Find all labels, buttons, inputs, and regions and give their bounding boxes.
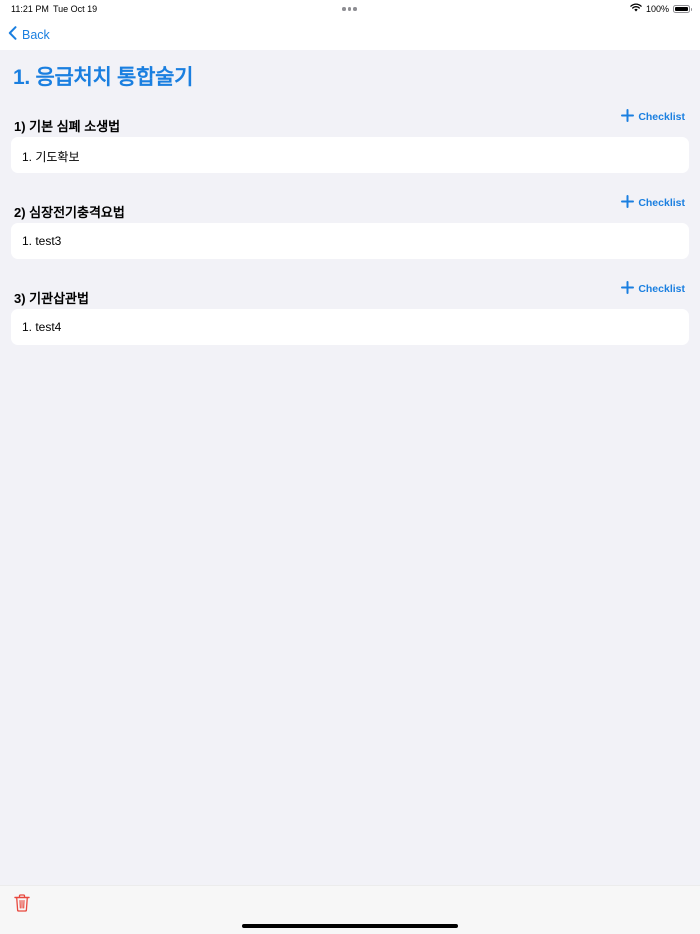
- section-title: 2) 심장전기충격요법: [14, 205, 125, 220]
- back-button[interactable]: Back: [8, 26, 50, 43]
- add-checklist-button[interactable]: Checklist: [621, 195, 685, 211]
- checklist-card: 1. test4: [11, 309, 689, 345]
- list-item[interactable]: 1. test3: [22, 234, 61, 248]
- add-checklist-label: Checklist: [638, 283, 685, 295]
- wifi-icon: [630, 3, 642, 14]
- battery-percent: 100%: [645, 3, 669, 14]
- add-checklist-label: Checklist: [638, 111, 685, 123]
- battery-icon: [673, 4, 692, 13]
- plus-icon: [621, 109, 635, 125]
- multitasking-dots-icon[interactable]: [342, 7, 357, 11]
- app-screen: 11:21 PM Tue Oct 19 100% Back 1. 응급처치 통합…: [0, 0, 700, 934]
- status-bar: 11:21 PM Tue Oct 19 100%: [0, 0, 700, 18]
- list-item[interactable]: 1. test4: [22, 320, 61, 334]
- list-item[interactable]: 1. 기도확보: [22, 148, 80, 165]
- section-title: 3) 기관삽관법: [14, 291, 89, 306]
- add-checklist-button[interactable]: Checklist: [621, 109, 685, 125]
- battery-fill: [675, 6, 688, 11]
- chevron-left-icon: [8, 26, 17, 43]
- checklist-card: 1. 기도확보: [11, 137, 689, 173]
- add-checklist-button[interactable]: Checklist: [621, 281, 685, 297]
- navigation-bar: Back: [0, 18, 700, 50]
- home-indicator[interactable]: [242, 924, 458, 928]
- checklist-card: 1. test3: [11, 223, 689, 259]
- status-time: 11:21 PM: [11, 4, 49, 14]
- back-label: Back: [22, 27, 50, 42]
- delete-button[interactable]: [14, 894, 30, 917]
- section-title: 1) 기본 심폐 소생법: [14, 119, 121, 134]
- trash-icon: [14, 894, 30, 916]
- plus-icon: [621, 281, 635, 297]
- page-title: 1. 응급처치 통합술기: [13, 66, 194, 89]
- status-right: 100%: [630, 3, 692, 14]
- status-date: Tue Oct 19: [53, 4, 98, 14]
- add-checklist-label: Checklist: [638, 197, 685, 209]
- plus-icon: [621, 195, 635, 211]
